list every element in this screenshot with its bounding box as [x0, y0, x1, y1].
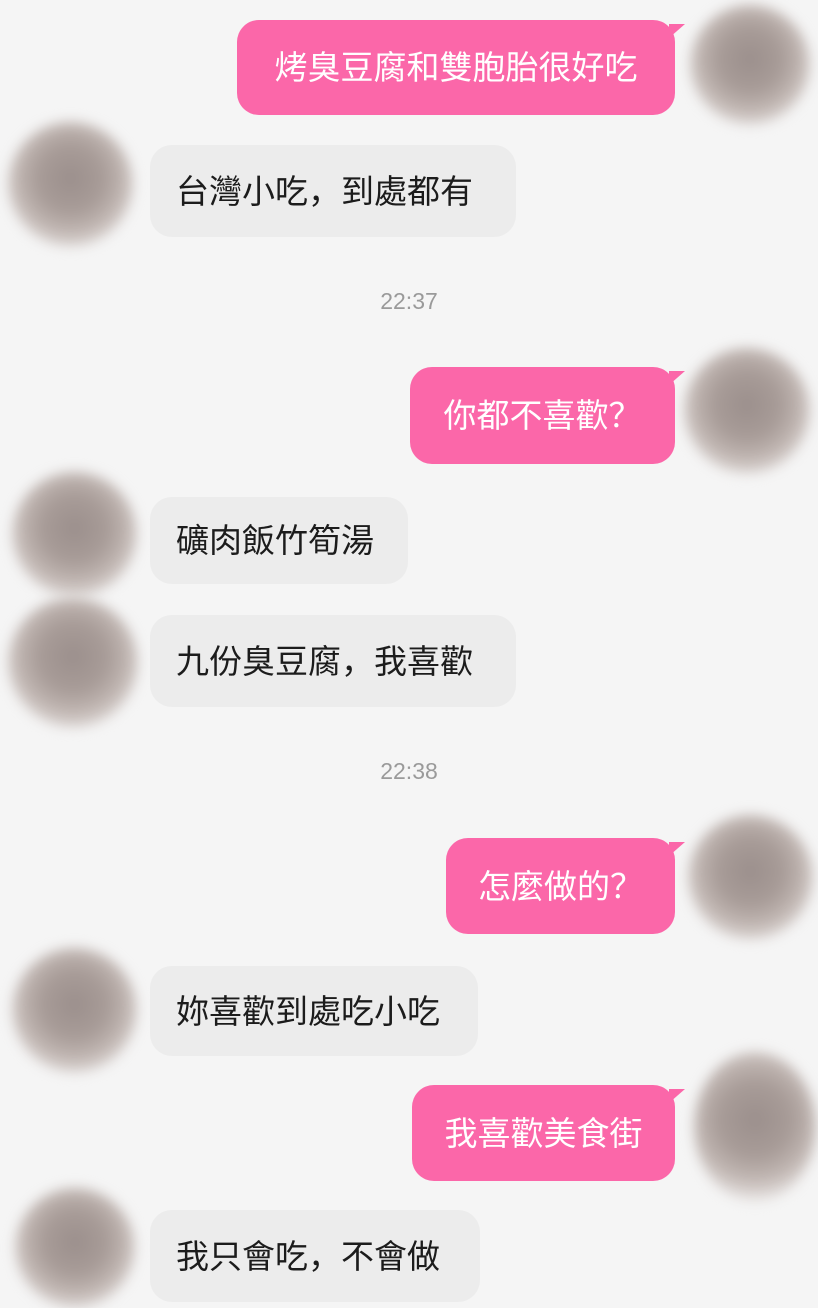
received-message-bubble[interactable]: 台灣小吃，到處都有 — [150, 145, 516, 237]
chat-thread: 烤臭豆腐和雙胞胎很好吃 台灣小吃，到處都有 22:37 你都不喜歡？ 礦肉飯竹筍… — [0, 0, 818, 1308]
message-text: 妳喜歡到處吃小吃 — [176, 991, 440, 1031]
sender-avatar[interactable] — [688, 815, 813, 940]
received-message-bubble[interactable]: 礦肉飯竹筍湯 — [150, 497, 408, 584]
message-text: 礦肉飯竹筍湯 — [176, 521, 374, 560]
message-timestamp: 22:38 — [380, 758, 438, 784]
message-text: 烤臭豆腐和雙胞胎很好吃 — [274, 48, 638, 87]
contact-avatar[interactable] — [15, 1188, 135, 1308]
contact-avatar[interactable] — [12, 472, 137, 597]
message-text: 怎麼做的？ — [478, 866, 643, 906]
message-text: 你都不喜歡？ — [443, 396, 642, 435]
sent-message-bubble[interactable]: 你都不喜歡？ — [410, 367, 685, 464]
received-message-bubble[interactable]: 我只會吃，不會做 — [150, 1210, 480, 1302]
message-text: 九份臭豆腐，我喜歡 — [176, 641, 473, 681]
contact-avatar[interactable] — [12, 948, 137, 1073]
received-message-bubble[interactable]: 妳喜歡到處吃小吃 — [150, 966, 478, 1056]
message-text: 我喜歡美食街 — [444, 1113, 643, 1153]
sender-avatar[interactable] — [694, 1052, 816, 1202]
sent-message-bubble[interactable]: 怎麼做的？ — [446, 838, 685, 934]
received-message-bubble[interactable]: 九份臭豆腐，我喜歡 — [150, 615, 516, 707]
contact-avatar[interactable] — [8, 122, 133, 247]
message-text: 我只會吃，不會做 — [176, 1236, 440, 1276]
sender-avatar[interactable] — [684, 348, 810, 474]
message-timestamp: 22:37 — [380, 288, 438, 314]
sender-avatar[interactable] — [690, 5, 810, 125]
sent-message-bubble[interactable]: 我喜歡美食街 — [412, 1085, 685, 1181]
sent-message-bubble[interactable]: 烤臭豆腐和雙胞胎很好吃 — [237, 20, 685, 115]
message-text: 台灣小吃，到處都有 — [176, 171, 473, 211]
contact-avatar[interactable] — [8, 598, 138, 728]
